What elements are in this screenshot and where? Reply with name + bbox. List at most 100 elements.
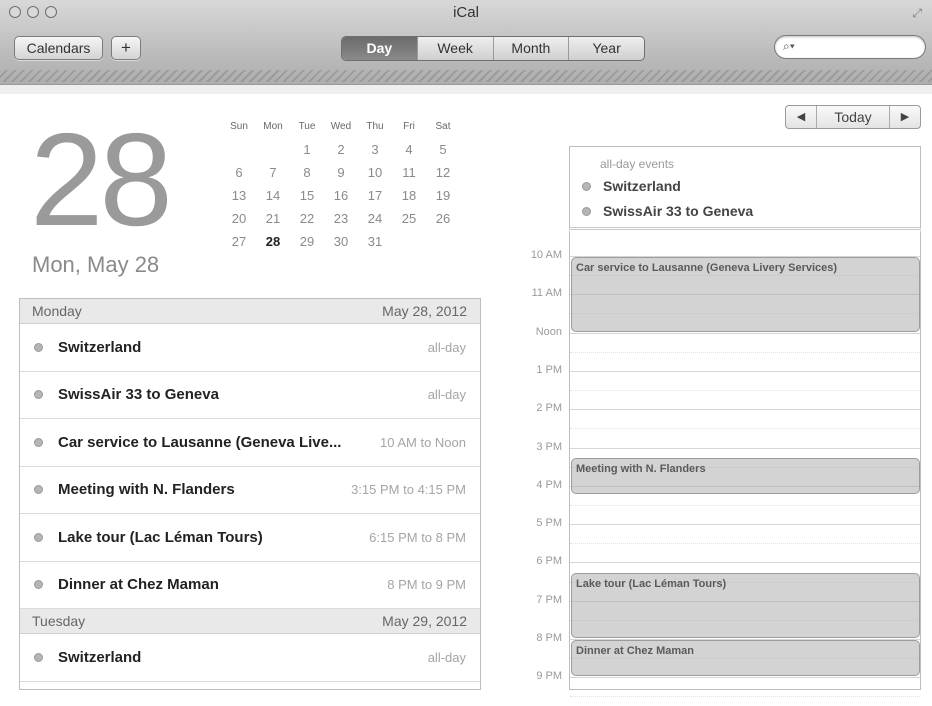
mini-calendar-day[interactable]: 12 [426, 161, 460, 184]
event-time: 3:15 PM to 4:15 PM [351, 482, 466, 498]
calendar-color-dot [34, 342, 43, 352]
mini-calendar-day[interactable]: 13 [222, 184, 256, 207]
mini-calendar-day[interactable]: 8 [290, 161, 324, 184]
hour-label: 3 PM [536, 440, 562, 453]
today-button[interactable]: Today [816, 106, 890, 128]
event-time: all-day [427, 649, 466, 665]
mini-calendar-day[interactable]: 1 [290, 138, 324, 161]
weekday-header: Wed [330, 121, 352, 132]
mini-calendar-day[interactable]: 25 [392, 207, 426, 230]
search-field[interactable]: ⌕▾ [774, 35, 926, 59]
event-block[interactable]: Lake tour (Lac Léman Tours) [571, 572, 920, 638]
event-list-item[interactable]: Switzerland all-day [20, 324, 480, 372]
mini-calendar-empty-cell [426, 230, 460, 253]
calendars-button[interactable]: Calendars [14, 36, 103, 60]
all-day-event[interactable]: SwissAir 33 to Geneva [582, 203, 753, 219]
mini-calendar-day[interactable]: 28 [256, 230, 290, 253]
mini-calendar-day[interactable]: 29 [290, 230, 324, 253]
mini-calendar-day[interactable]: 16 [324, 184, 358, 207]
mini-calendar-day[interactable]: 6 [222, 161, 256, 184]
add-calendar-button[interactable]: + [111, 36, 141, 60]
mini-calendar-day[interactable]: 2 [324, 138, 358, 161]
tab-month[interactable]: Month [492, 37, 569, 60]
event-list-item[interactable]: Dinner at Chez Maman 8 PM to 9 PM [20, 562, 480, 609]
mini-calendar-day[interactable]: 18 [392, 184, 426, 207]
event-list-item[interactable]: Car service to Lausanne (Geneva Live... 1… [20, 419, 480, 467]
calendar-color-dot [34, 652, 43, 662]
mini-calendar-day[interactable]: 7 [256, 161, 290, 184]
event-list-item[interactable]: Lake tour (Lac Léman Tours) 6:15 PM to 8 … [20, 514, 480, 562]
hour-label: 6 PM [536, 555, 562, 568]
fullscreen-icon[interactable]: ⤢ [912, 6, 922, 21]
selected-day-number: 28 [30, 106, 173, 253]
calendar-color-dot [34, 485, 43, 495]
event-list: Monday May 28, 2012 Switzerland all-day Sw… [19, 298, 481, 690]
mini-calendar-day[interactable]: 10 [358, 161, 392, 184]
mini-calendar-day[interactable]: 4 [392, 138, 426, 161]
mini-calendar-day[interactable]: 3 [358, 138, 392, 161]
mini-calendar-day[interactable]: 22 [290, 207, 324, 230]
weekday-header: Sat [435, 121, 451, 132]
mini-calendar-day[interactable]: 27 [222, 230, 256, 253]
mini-calendar-day[interactable]: 23 [324, 207, 358, 230]
hour-gridline [570, 409, 920, 411]
hour-label: 8 PM [536, 632, 562, 644]
calendar-color-dot [582, 181, 591, 191]
hour-label: 10 AM [530, 249, 562, 261]
mini-calendar-day[interactable]: 30 [324, 230, 358, 253]
all-day-event-title: Switzerland [603, 178, 681, 194]
tab-year[interactable]: Year [568, 37, 644, 60]
day-name: Monday [32, 303, 82, 319]
day-section-header: Monday May 28, 2012 [20, 299, 480, 324]
hour-label: 4 PM [536, 478, 562, 491]
hour-gridline [570, 562, 920, 564]
event-list-item[interactable]: Meeting with N. Flanders 3:15 PM to 4:15 … [20, 467, 480, 514]
previous-day-button[interactable]: ◀ [786, 106, 816, 128]
mini-calendar-day[interactable]: 17 [358, 184, 392, 207]
mini-calendar-day[interactable]: 5 [426, 138, 460, 161]
mini-calendar-day[interactable]: 9 [324, 161, 358, 184]
tab-week[interactable]: Week [416, 37, 493, 60]
hour-label: Noon [535, 325, 562, 338]
event-title: SwissAir 33 to Geneva [58, 386, 219, 404]
event-block[interactable]: Car service to Lausanne (Geneva Livery S… [571, 257, 920, 332]
day-date: May 28, 2012 [382, 303, 467, 319]
mini-calendar-day[interactable]: 19 [426, 184, 460, 207]
mini-calendar-day[interactable]: 31 [358, 230, 392, 253]
mini-calendar-day[interactable]: 24 [358, 207, 392, 230]
half-hour-gridline [570, 543, 920, 545]
all-day-event[interactable]: Switzerland [582, 178, 681, 194]
hour-gridline [570, 447, 920, 449]
mini-calendar-day[interactable]: 21 [256, 207, 290, 230]
search-input[interactable] [805, 38, 915, 56]
toolbar-tear-edge [0, 84, 932, 94]
mini-calendar-day[interactable]: 26 [426, 207, 460, 230]
event-block[interactable]: Dinner at Chez Maman [571, 640, 920, 677]
calendar-color-dot [34, 532, 43, 542]
next-day-button[interactable]: ▶ [890, 106, 920, 128]
hour-gridline [570, 677, 920, 679]
event-time: all-day [427, 387, 466, 403]
event-block[interactable]: Meeting with N. Flanders [571, 458, 920, 495]
event-list-item[interactable]: Switzerland all-day [20, 634, 480, 682]
half-hour-gridline [570, 390, 920, 392]
mini-calendar-day[interactable]: 14 [256, 184, 290, 207]
mini-calendar-day[interactable]: 15 [290, 184, 324, 207]
toolbar: iCal ⤢ Calendars + Day Week Month Year ⌕… [0, 0, 932, 94]
all-day-events-area[interactable]: all-day events Switzerland SwissAir 33 t… [569, 146, 921, 230]
hour-label: 5 PM [536, 517, 562, 530]
hour-gridline [570, 370, 920, 372]
event-list-item[interactable]: SwissAir 33 to Geneva all-day [20, 372, 480, 419]
tab-day[interactable]: Day [342, 37, 417, 60]
calendar-color-dot [34, 390, 43, 400]
event-title: Switzerland [58, 338, 142, 356]
mini-calendar-empty-cell [392, 230, 426, 253]
hour-label: 1 PM [536, 363, 562, 376]
event-title: Lake tour (Lac Léman Tours) [58, 528, 263, 546]
weekday-header: Fri [403, 121, 415, 132]
mini-calendar-day[interactable]: 11 [392, 161, 426, 184]
day-name: Tuesday [32, 613, 86, 629]
event-title: Meeting with N. Flanders [58, 481, 235, 499]
event-title: Dinner at Chez Maman [58, 576, 219, 594]
mini-calendar-day[interactable]: 20 [222, 207, 256, 230]
